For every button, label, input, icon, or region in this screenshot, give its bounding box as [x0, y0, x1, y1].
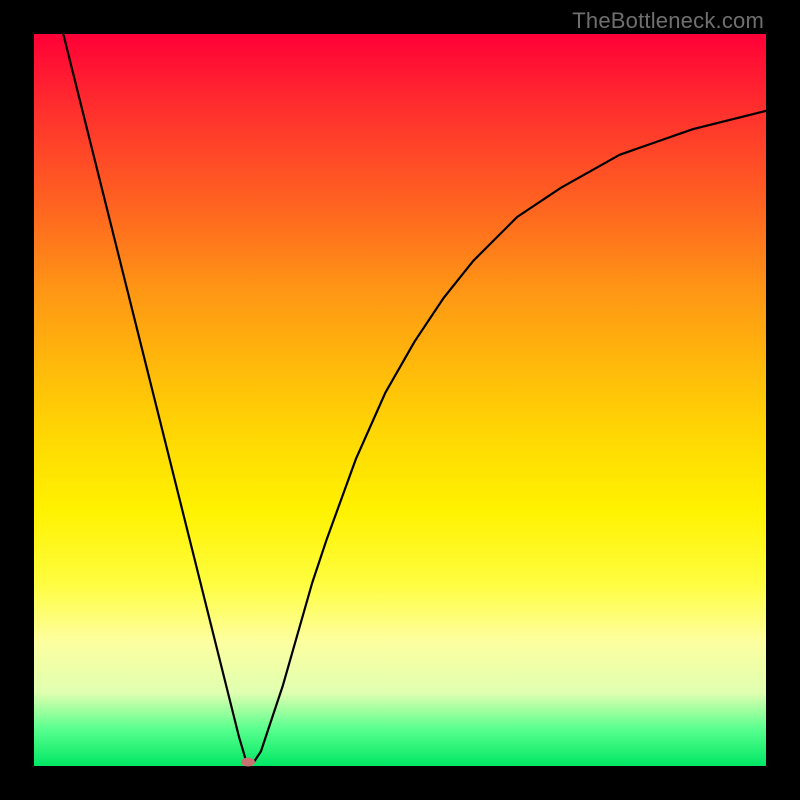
minimum-marker: [241, 758, 255, 767]
plot-area: [34, 34, 766, 766]
bottleneck-curve: [34, 34, 766, 766]
curve-path: [63, 34, 766, 762]
chart-frame: TheBottleneck.com: [0, 0, 800, 800]
watermark-text: TheBottleneck.com: [572, 8, 764, 34]
